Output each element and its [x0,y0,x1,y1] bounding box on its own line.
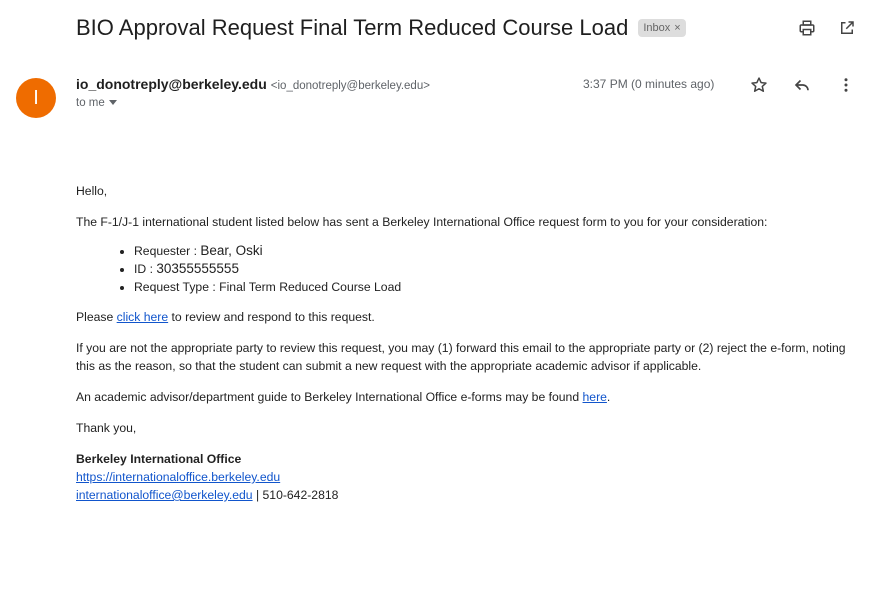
signature-name: Berkeley International Office [76,452,242,466]
sender-name[interactable]: io_donotreply@berkeley.edu [76,76,267,92]
caret-down-icon [108,97,117,109]
detail-label: Requester : [134,244,201,258]
list-item: Requester : Bear, Oski [134,242,866,260]
guide-suffix: . [606,390,611,404]
subject-row: BIO Approval Request Final Term Reduced … [76,12,686,44]
please-suffix: to review and respond to this request. [168,310,375,324]
request-details-list: Requester : Bear, Oski ID : 30355555555 … [76,242,866,296]
remove-label-icon[interactable]: × [674,22,680,34]
greeting: Hello, [76,184,108,198]
detail-label: Request Type : Final Term Reduced Course… [134,280,402,294]
email-body: Hello, The F-1/J-1 international student… [76,182,866,504]
please-prefix: Please [76,310,117,324]
list-item: Request Type : Final Term Reduced Course… [134,278,866,296]
list-item: ID : 30355555555 [134,260,866,278]
signature: Berkeley International Office https://in… [76,450,866,504]
more-vertical-icon[interactable] [836,75,856,95]
inbox-label-text: Inbox [643,22,671,34]
email-subject: BIO Approval Request Final Term Reduced … [76,15,629,40]
sender-avatar: I [16,78,56,118]
detail-value: Bear, Oski [200,243,263,258]
recipient-details-toggle[interactable]: to me [76,97,117,109]
timestamp: 3:37 PM (0 minutes ago) [583,77,715,91]
signature-url-link[interactable]: https://internationaloffice.berkeley.edu [76,470,280,484]
click-here-link[interactable]: click here [117,310,168,324]
star-icon[interactable] [749,75,769,95]
signature-email-link[interactable]: internationaloffice@berkeley.edu [76,488,253,502]
printer-icon[interactable] [796,17,818,39]
recipient-text: to me [76,97,105,109]
not-appropriate-paragraph: If you are not the appropriate party to … [76,341,846,373]
please-paragraph: Please click here to review and respond … [76,308,866,326]
signature-phone: | 510-642-2818 [252,488,339,502]
sender-email: <io_donotreply@berkeley.edu> [270,80,430,92]
guide-prefix: An academic advisor/department guide to … [76,390,583,404]
detail-label: ID : [134,262,157,276]
open-in-new-window-icon[interactable] [836,17,858,39]
thanks: Thank you, [76,421,137,435]
reply-icon[interactable] [792,75,812,95]
intro-paragraph: The F-1/J-1 international student listed… [76,215,768,229]
detail-value: 30355555555 [156,261,239,276]
guide-paragraph: An academic advisor/department guide to … [76,388,866,406]
sender-line: io_donotreply@berkeley.edu <io_donotrepl… [76,76,430,92]
inbox-label-chip[interactable]: Inbox × [638,19,686,37]
guide-link[interactable]: here [583,390,607,404]
